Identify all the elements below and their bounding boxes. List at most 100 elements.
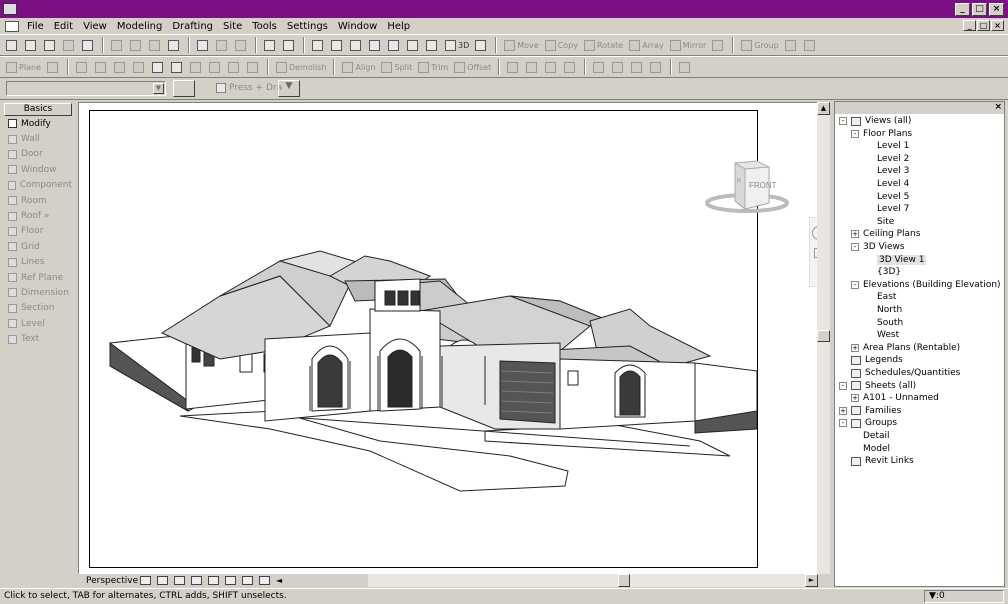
split-button[interactable]: Split xyxy=(379,59,414,75)
view-cube[interactable]: FRONT R xyxy=(697,133,797,223)
linework-button[interactable] xyxy=(169,59,186,75)
drawing-area[interactable]: FRONT R xyxy=(78,102,830,574)
hide-button[interactable] xyxy=(591,59,608,75)
design-bar-item[interactable]: Ref Plane xyxy=(4,270,72,285)
reset-button[interactable] xyxy=(629,59,646,75)
scroll-up-button[interactable]: ▲ xyxy=(817,102,830,115)
design-bar-item[interactable]: Room xyxy=(4,193,72,208)
menu-edit[interactable]: Edit xyxy=(49,21,78,32)
save-as-button[interactable] xyxy=(61,37,78,53)
chevron-down-icon[interactable]: ▼ xyxy=(153,83,164,94)
menu-drafting[interactable]: Drafting xyxy=(167,21,218,32)
filter-button[interactable]: ▼ xyxy=(278,80,300,97)
menu-file[interactable]: File xyxy=(22,21,49,32)
tree-node[interactable]: - Groups xyxy=(839,418,897,428)
expand-icon[interactable]: + xyxy=(851,343,859,352)
new-button[interactable] xyxy=(4,37,21,53)
menu-modeling[interactable]: Modeling xyxy=(112,21,168,32)
copy-element-button[interactable]: Copy xyxy=(543,37,580,53)
tree-node[interactable]: -3D Views xyxy=(851,242,905,252)
selection-filter[interactable]: ▼:0 xyxy=(924,590,1004,603)
press-drag-checkbox[interactable] xyxy=(216,83,226,93)
delete-button[interactable] xyxy=(166,37,183,53)
paint-button[interactable] xyxy=(74,59,91,75)
tab-basics[interactable]: Basics xyxy=(4,103,72,116)
properties-button[interactable] xyxy=(173,80,195,97)
unjoin-button[interactable] xyxy=(207,59,224,75)
camera-button[interactable] xyxy=(424,37,441,53)
tree-node[interactable]: - Views (all) xyxy=(839,116,911,126)
shadows-icon[interactable] xyxy=(191,576,202,585)
tree-node[interactable]: Schedules/Quantities xyxy=(851,368,960,378)
design-bar-item[interactable]: Component xyxy=(4,178,72,193)
tree-node[interactable]: Level 1 xyxy=(877,141,909,151)
tree-node[interactable]: Detail xyxy=(863,431,890,441)
tree-node[interactable]: Level 7 xyxy=(877,204,909,214)
maximize-button[interactable]: □ xyxy=(972,3,987,16)
close-icon[interactable]: × xyxy=(994,102,1002,112)
3d-view-button[interactable]: 3D xyxy=(443,37,471,53)
tree-node[interactable]: + A101 - Unnamed xyxy=(851,393,939,403)
close-button[interactable]: × xyxy=(989,3,1004,16)
tree-node[interactable]: + Area Plans (Rentable) xyxy=(851,343,960,353)
collapse-icon[interactable]: - xyxy=(839,381,847,390)
design-bar-item[interactable]: Roof » xyxy=(4,208,72,223)
tree-node[interactable]: + Ceiling Plans xyxy=(851,229,920,239)
collapse-icon[interactable]: - xyxy=(851,243,859,251)
thin-lines-button[interactable] xyxy=(262,37,279,53)
hide-isolate-icon[interactable] xyxy=(242,576,253,585)
horizontal-scroll-thumb[interactable] xyxy=(618,574,630,587)
scale-button[interactable] xyxy=(648,59,665,75)
load-button[interactable] xyxy=(329,37,346,53)
menu-help[interactable]: Help xyxy=(382,21,415,32)
zoom-button[interactable] xyxy=(348,37,365,53)
tile-button[interactable] xyxy=(473,37,490,53)
tree-node[interactable]: Level 2 xyxy=(877,154,909,164)
join-button[interactable] xyxy=(93,59,110,75)
collapse-icon[interactable]: - xyxy=(839,117,847,125)
detail-level-icon[interactable] xyxy=(157,576,168,585)
design-bar-item[interactable]: Dimension xyxy=(4,285,72,300)
model-style-icon[interactable] xyxy=(174,576,185,585)
undo-button[interactable] xyxy=(195,37,212,53)
scroll-left-small-icon[interactable]: ◄ xyxy=(276,576,282,585)
pin-button[interactable] xyxy=(783,37,800,53)
group-button[interactable]: Group xyxy=(739,37,780,53)
dimension-button[interactable] xyxy=(310,37,327,53)
design-bar-item[interactable]: Modify xyxy=(4,116,72,131)
array-button[interactable]: Array xyxy=(627,37,666,53)
design-bar-item[interactable]: Section xyxy=(4,301,72,316)
doc-close-button[interactable]: × xyxy=(991,20,1004,31)
wall-join-button[interactable] xyxy=(131,59,148,75)
tree-node[interactable]: Site xyxy=(877,217,894,227)
expand-icon[interactable]: + xyxy=(851,230,859,239)
trim-button[interactable]: Trim xyxy=(416,59,450,75)
minimize-button[interactable]: _ xyxy=(955,3,970,16)
type-selector[interactable]: ▼ xyxy=(6,81,166,96)
print-button[interactable] xyxy=(80,37,97,53)
tree-node[interactable]: Level 4 xyxy=(877,179,909,189)
tree-node[interactable]: Level 3 xyxy=(877,166,909,176)
beam-button[interactable] xyxy=(226,59,243,75)
tree-node[interactable]: West xyxy=(877,330,899,340)
workplane-button[interactable] xyxy=(45,59,62,75)
design-bar-item[interactable]: Wall xyxy=(4,131,72,146)
tree-node[interactable]: South xyxy=(877,318,903,328)
menu-tools[interactable]: Tools xyxy=(247,21,282,32)
elevation-view-button[interactable] xyxy=(405,37,422,53)
copy-button[interactable] xyxy=(128,37,145,53)
reveal-hidden-icon[interactable] xyxy=(259,576,270,585)
tree-node[interactable]: Revit Links xyxy=(851,456,914,466)
app-icon[interactable] xyxy=(3,3,17,15)
resize-button[interactable] xyxy=(710,37,727,53)
isolate-button[interactable] xyxy=(610,59,627,75)
move-button[interactable]: Move xyxy=(502,37,540,53)
tree-node[interactable]: East xyxy=(877,292,896,302)
menu-site[interactable]: Site xyxy=(218,21,247,32)
menu-view[interactable]: View xyxy=(78,21,112,32)
cut-geometry-button[interactable] xyxy=(112,59,129,75)
menu-settings[interactable]: Settings xyxy=(282,21,333,32)
collapse-icon[interactable]: - xyxy=(851,280,859,289)
duplicate-button[interactable] xyxy=(543,59,560,75)
section-view-button[interactable] xyxy=(386,37,403,53)
